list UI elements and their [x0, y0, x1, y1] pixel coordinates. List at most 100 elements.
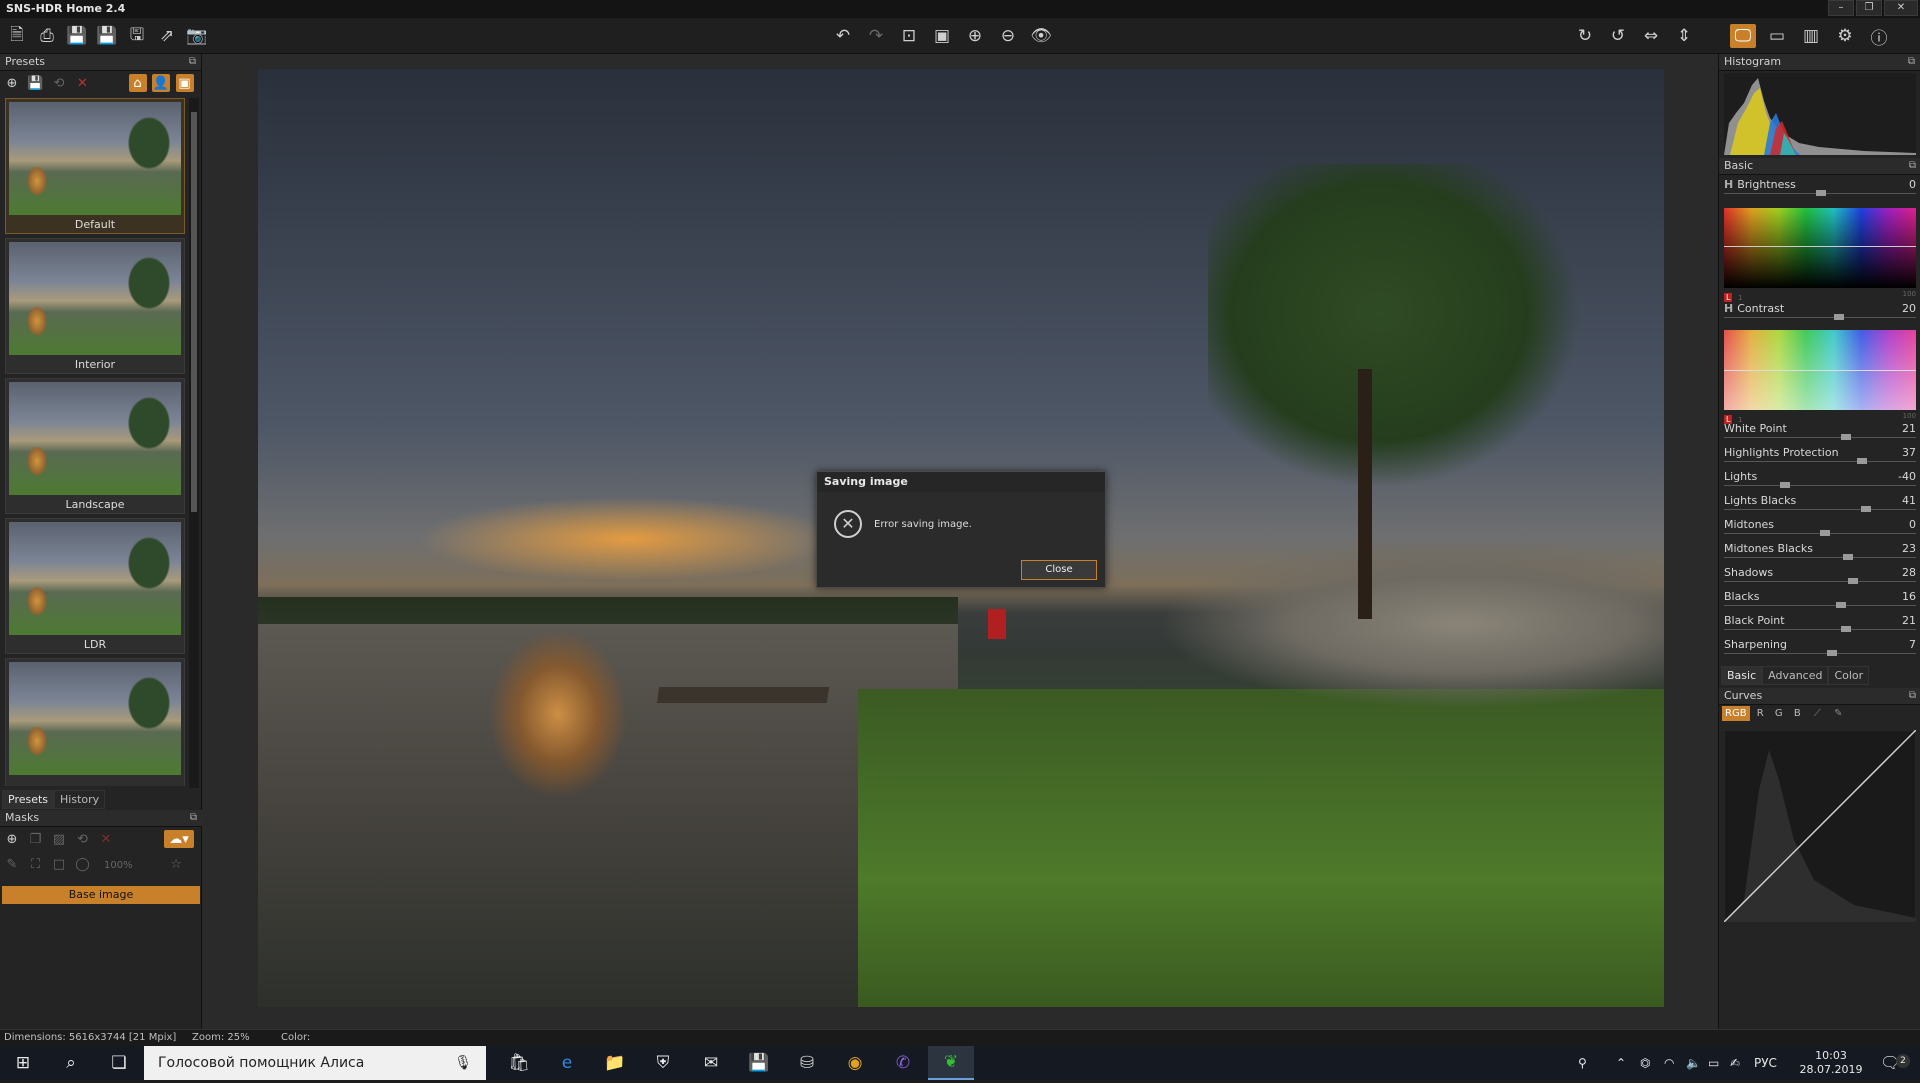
monitor-icon[interactable]: 🖵: [1730, 24, 1756, 48]
contrast-slider[interactable]: [1834, 314, 1844, 320]
rotate-cw-icon[interactable]: ↻: [1572, 24, 1598, 48]
flip-v-icon[interactable]: ⇕: [1671, 24, 1697, 48]
brush-icon[interactable]: ✎: [2, 854, 22, 874]
open-icon[interactable]: 🗎: [4, 24, 30, 48]
sns-hdr-taskbar-icon[interactable]: ❦: [928, 1046, 974, 1080]
slider-knob[interactable]: [1861, 506, 1871, 512]
save-preset-icon[interactable]: 💾: [26, 73, 46, 93]
curves-graph[interactable]: [1724, 730, 1916, 922]
slider-value[interactable]: 37: [1902, 446, 1916, 459]
brightness-value[interactable]: 0: [1909, 178, 1916, 191]
layout-single-icon[interactable]: ▭: [1764, 24, 1790, 48]
language-indicator[interactable]: РУС: [1754, 1046, 1777, 1080]
slider-knob[interactable]: [1820, 530, 1830, 536]
battery-icon[interactable]: ▭: [1708, 1046, 1719, 1080]
zoom-1to1-icon[interactable]: ⊡: [896, 24, 922, 48]
tab-presets[interactable]: Presets: [2, 790, 55, 809]
zoom-out-icon[interactable]: ⊖: [995, 24, 1021, 48]
channel-rgb[interactable]: RGB: [1722, 706, 1750, 721]
add-preset-icon[interactable]: ⊕: [2, 73, 22, 93]
tray-chevron-icon[interactable]: ⌃: [1616, 1046, 1626, 1080]
chrome-icon[interactable]: ◉: [832, 1046, 878, 1080]
curve-pencil-icon[interactable]: ✎: [1830, 706, 1846, 721]
mail-icon[interactable]: ✉: [688, 1046, 734, 1080]
tab-basic[interactable]: Basic: [1721, 666, 1763, 685]
info-icon[interactable]: ⓘ: [1866, 24, 1892, 49]
slider-knob[interactable]: [1836, 602, 1846, 608]
preview-eye-icon[interactable]: 👁: [1028, 24, 1054, 48]
preset-item-5[interactable]: [5, 658, 185, 786]
slider-knob[interactable]: [1848, 578, 1858, 584]
viber-icon[interactable]: ✆: [880, 1046, 926, 1080]
contrast-color-curve[interactable]: [1724, 330, 1916, 410]
tab-history[interactable]: History: [54, 790, 106, 809]
undo-icon[interactable]: ↶: [830, 24, 856, 48]
tab-color[interactable]: Color: [1828, 666, 1870, 685]
star-icon[interactable]: ☆: [166, 854, 186, 874]
rect-icon[interactable]: □: [49, 854, 69, 874]
slider-knob[interactable]: [1857, 458, 1867, 464]
mask-zoom[interactable]: 100%: [104, 860, 133, 871]
save-app-icon[interactable]: 💾: [736, 1046, 782, 1080]
slider-knob[interactable]: [1841, 434, 1851, 440]
channel-r[interactable]: R: [1753, 706, 1768, 721]
volume-icon[interactable]: 🔈: [1686, 1046, 1701, 1080]
export-icon[interactable]: ⇗: [154, 24, 180, 48]
l-badge[interactable]: L: [1724, 293, 1733, 302]
contrast-value[interactable]: 20: [1902, 302, 1916, 315]
minimize-button[interactable]: –: [1828, 0, 1854, 16]
slider-value[interactable]: 7: [1909, 638, 1916, 651]
scrollbar-thumb[interactable]: [191, 112, 197, 512]
rotate-ccw-icon[interactable]: ↺: [1605, 24, 1631, 48]
store-icon[interactable]: 🛍: [496, 1046, 542, 1080]
save-icon[interactable]: 💾: [94, 24, 120, 48]
slider-value[interactable]: -40: [1898, 470, 1916, 483]
edge-icon[interactable]: e: [544, 1046, 590, 1080]
save-as-icon[interactable]: 🖫: [124, 24, 150, 48]
slider-knob[interactable]: [1780, 482, 1790, 488]
mask-image-icon[interactable]: ▨: [49, 829, 69, 849]
slider-knob[interactable]: [1841, 626, 1851, 632]
close-button[interactable]: Close: [1021, 560, 1097, 580]
slider-value[interactable]: 28: [1902, 566, 1916, 579]
home-preset-icon[interactable]: ⌂: [128, 74, 147, 92]
snapshot-icon[interactable]: 📷: [184, 24, 210, 48]
brightness-color-curve[interactable]: [1724, 208, 1916, 288]
undock-icon[interactable]: ⧉: [1909, 158, 1916, 174]
undock-icon[interactable]: ⧉: [1909, 688, 1916, 704]
image-preset-icon[interactable]: ▣: [175, 74, 194, 92]
zoom-in-icon[interactable]: ⊕: [962, 24, 988, 48]
maximize-button[interactable]: ❐: [1856, 0, 1882, 16]
base-image-layer[interactable]: Base image: [2, 886, 200, 904]
circle-icon[interactable]: ◯: [73, 854, 93, 874]
search-icon[interactable]: ⌕: [48, 1046, 94, 1080]
flip-h-icon[interactable]: ⇔: [1638, 24, 1664, 48]
slider-value[interactable]: 21: [1902, 422, 1916, 435]
slider-knob[interactable]: [1827, 650, 1837, 656]
preset-item-default[interactable]: Default: [5, 98, 185, 234]
mask-refresh-icon[interactable]: ⟲: [73, 829, 93, 849]
delete-mask-icon[interactable]: ✕: [96, 829, 116, 849]
close-window-button[interactable]: ✕: [1884, 0, 1918, 16]
sns-save-icon[interactable]: 💾: [64, 24, 90, 48]
settings-gear-icon[interactable]: ⚙: [1832, 24, 1858, 48]
fit-icon[interactable]: ▣: [929, 24, 955, 48]
cloud-mask-icon[interactable]: ☁▾: [164, 830, 194, 848]
delete-preset-icon[interactable]: ✕: [73, 73, 93, 93]
clock[interactable]: 10:03 28.07.2019: [1796, 1049, 1866, 1083]
task-view-icon[interactable]: ❏: [96, 1046, 142, 1080]
jar-app-icon[interactable]: ⛁: [784, 1046, 830, 1080]
undock-icon[interactable]: ⧉: [190, 810, 197, 826]
slider-knob[interactable]: [1843, 554, 1853, 560]
redo-icon[interactable]: ↷: [863, 24, 889, 48]
add-mask-icon[interactable]: ⊕: [2, 829, 22, 849]
brightness-slider[interactable]: [1816, 190, 1826, 196]
voice-assistant-search[interactable]: Голосовой помощник Алиса 🎙: [144, 1046, 486, 1080]
preset-item-interior[interactable]: Interior: [5, 238, 185, 374]
slider-value[interactable]: 21: [1902, 614, 1916, 627]
explorer-icon[interactable]: 📁: [592, 1046, 638, 1080]
undock-icon[interactable]: ⧉: [189, 54, 196, 70]
pen-icon[interactable]: ✍: [1730, 1046, 1740, 1080]
microphone-icon[interactable]: 🎙: [454, 1046, 472, 1080]
preset-item-ldr[interactable]: LDR: [5, 518, 185, 654]
